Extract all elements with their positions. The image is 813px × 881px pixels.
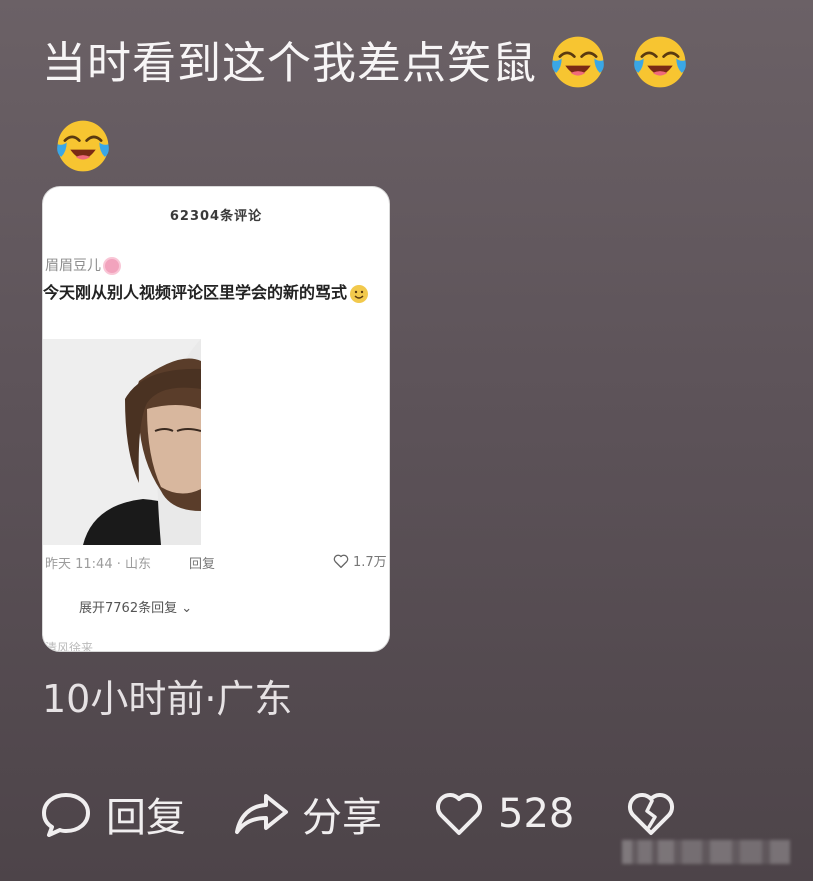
like-count: 528 — [498, 791, 575, 837]
share-label: 分享 — [302, 795, 382, 841]
heart-icon — [435, 792, 483, 835]
comment-meta: 昨天 11:44 · 山东 — [45, 557, 151, 572]
share-button[interactable]: 分享 — [232, 785, 382, 843]
flower-icon — [105, 259, 119, 273]
share-arrow-icon — [235, 794, 288, 834]
laugh-cry-emoji-icon — [552, 36, 604, 88]
chevron-down-icon: ⌄ — [181, 601, 193, 616]
half-face-portrait-icon — [43, 339, 201, 545]
like-button[interactable]: 528 — [434, 791, 574, 837]
comment-like: 1.7万 — [333, 551, 387, 570]
heart-outline-icon — [333, 554, 349, 568]
comment-username: 眉眉豆儿 — [45, 255, 119, 275]
post-content: 当时看到这个我差点笑鼠 — [42, 22, 782, 190]
comment-text-block: 今天刚从别人视频评论区里学会的新的骂式 — [43, 281, 387, 305]
comment-count-header: 62304条评论 — [169, 209, 263, 224]
laugh-cry-emoji-icon — [57, 120, 109, 172]
dislike-button[interactable] — [626, 791, 676, 837]
comment-bubble-icon — [42, 793, 90, 837]
expand-replies: 展开7762条回复 ⌄ — [79, 597, 192, 616]
embedded-screenshot-image[interactable]: 62304条评论 眉眉豆儿 今天刚从别人视频评论区里学会的新的骂式 昨天 11:… — [42, 186, 390, 652]
smile-emoji-icon — [350, 284, 369, 303]
faded-next-comment: 清风徐来 — [45, 641, 94, 652]
comment-text: 今天刚从别人视频评论区里学会的新的骂式 — [43, 283, 348, 302]
post-text: 当时看到这个我差点笑鼠 — [42, 38, 537, 89]
broken-heart-icon — [628, 792, 675, 835]
comment-photo — [43, 339, 201, 545]
action-bar: 回复 分享 528 — [40, 786, 676, 842]
username-text: 眉眉豆儿 — [45, 258, 101, 274]
reply-label: 回复 — [106, 795, 186, 841]
blurred-watermark — [622, 840, 790, 864]
comment-reply-link: 回复 — [189, 557, 216, 572]
post-time-location: 10小时前·广东 — [42, 677, 293, 721]
expand-replies-label: 展开7762条回复 — [79, 601, 178, 616]
comment-like-count: 1.7万 — [353, 555, 387, 570]
laugh-cry-emoji-icon — [634, 36, 686, 88]
reply-button[interactable]: 回复 — [40, 785, 186, 843]
